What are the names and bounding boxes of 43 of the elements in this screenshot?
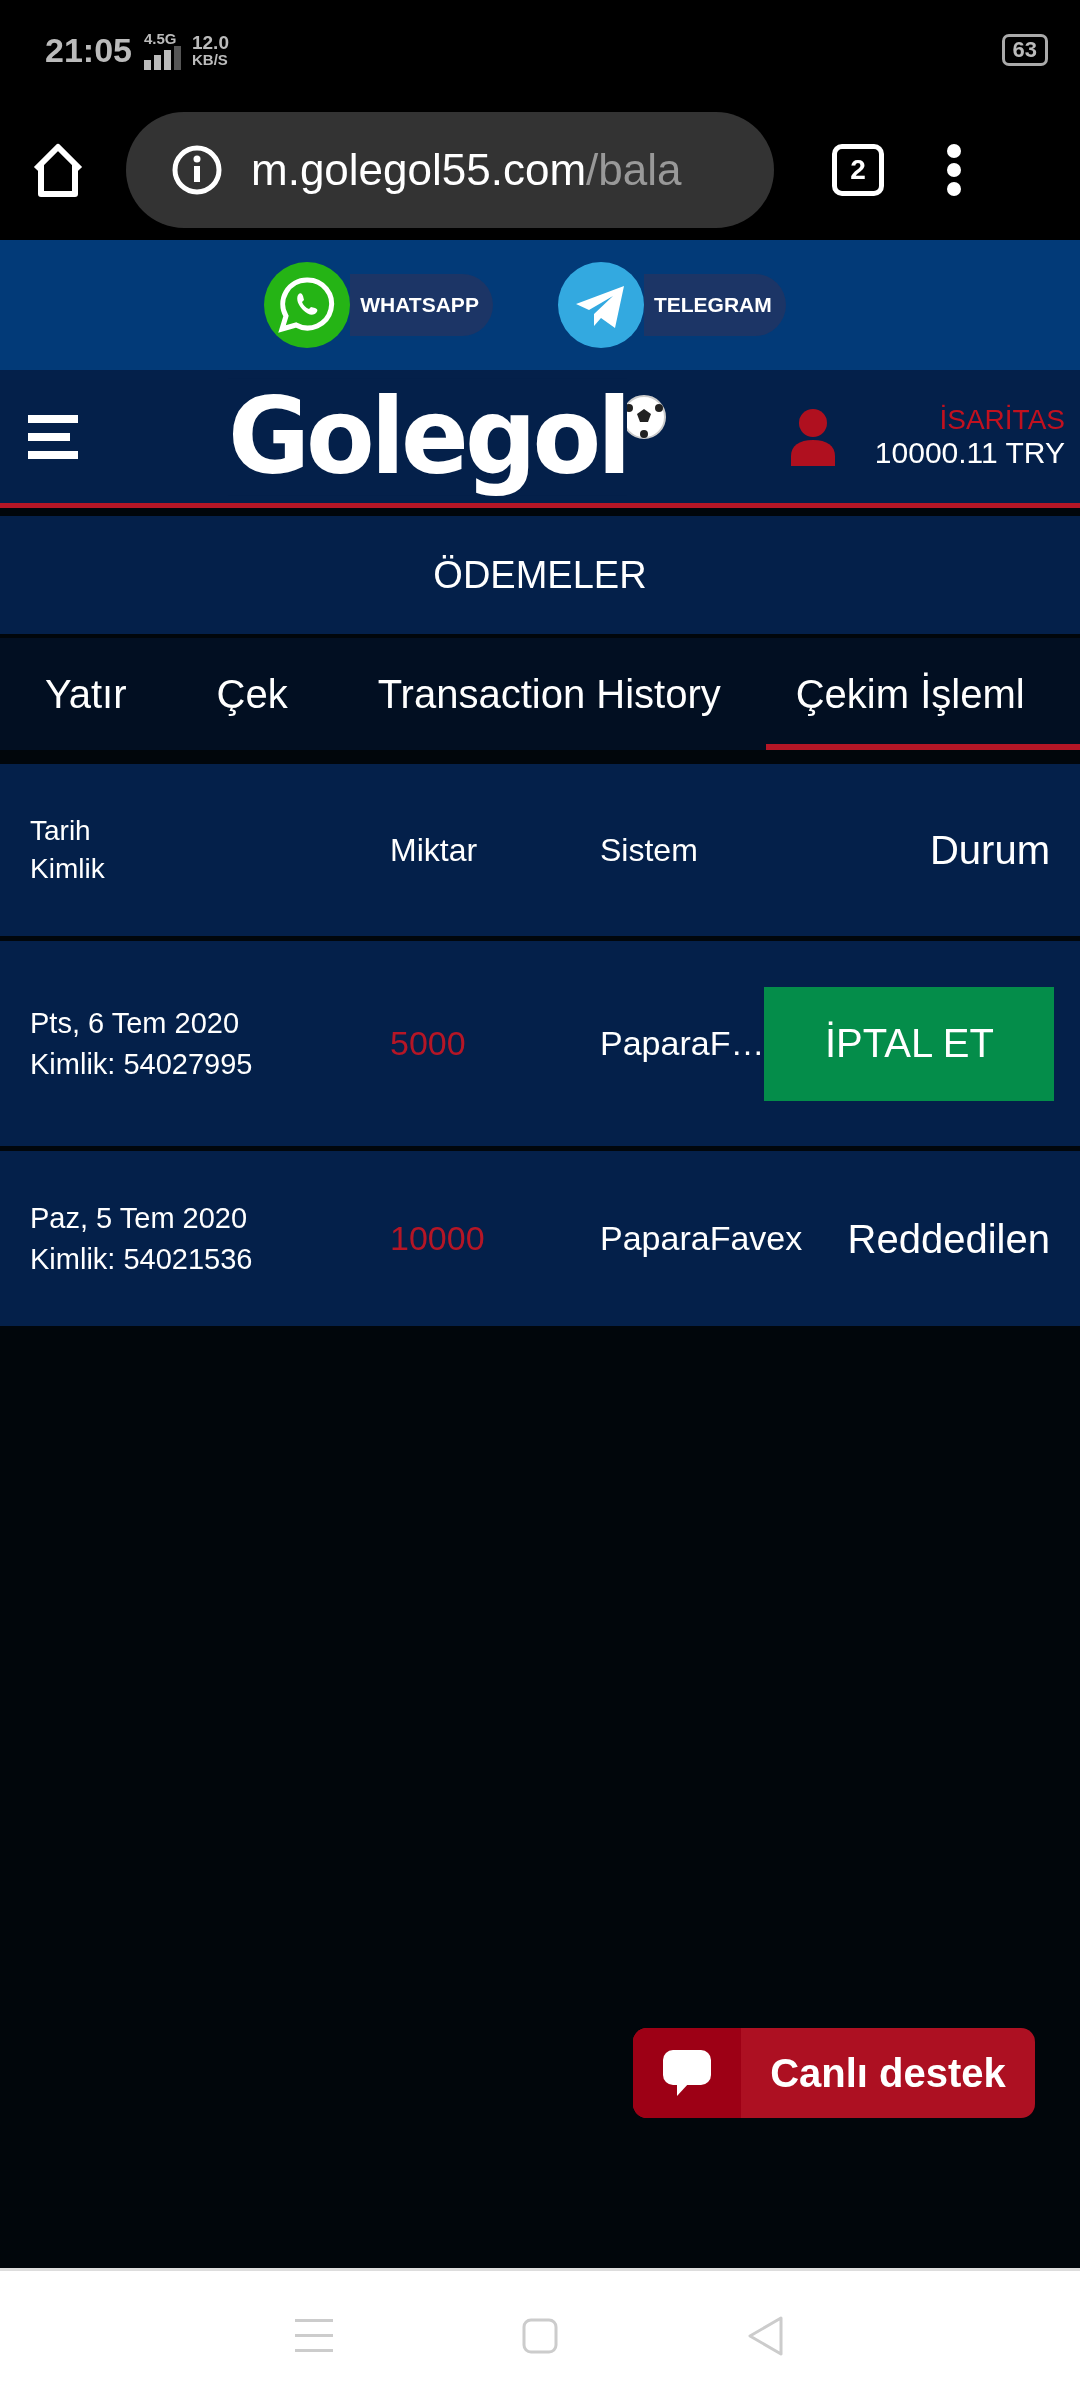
cancel-button[interactable]: İPTAL ET xyxy=(764,986,1055,1101)
home-button-icon[interactable] xyxy=(522,2317,558,2354)
tab[interactable]: Transaction History xyxy=(332,638,766,750)
paper-plane-icon xyxy=(557,262,644,348)
date-cell-text: Pts, 6 Tem 2020 xyxy=(30,1005,241,1041)
username: İSARİTAS xyxy=(939,403,1065,436)
signal-icon xyxy=(143,45,184,70)
social-link[interactable]: WHATSAPP xyxy=(350,274,493,336)
social-link[interactable]: TELEGRAM xyxy=(643,274,786,336)
page-title: ÖDEMELER xyxy=(433,553,647,597)
system-cell-text: PaparaFavex xyxy=(600,1217,804,1259)
status-time: 21:05 xyxy=(45,30,132,70)
column-header: Durum xyxy=(929,827,1050,873)
back-icon[interactable] xyxy=(747,2314,786,2357)
column-header: Miktar xyxy=(390,831,479,869)
tab-count[interactable]: 2 xyxy=(832,144,884,196)
speed-unit: KB/S xyxy=(191,52,229,67)
whatsapp-icon xyxy=(264,262,351,348)
url-text: m.golegol55.com/bala xyxy=(251,145,682,195)
column-header: Sistem xyxy=(600,831,699,869)
amount-cell-text: 10000 xyxy=(390,1217,486,1259)
id-cell-text: Kimlik: 54021536 xyxy=(30,1241,254,1277)
info-icon xyxy=(171,144,223,196)
tab[interactable]: Çekim İşleml xyxy=(765,638,1080,750)
column-header: Kimlik xyxy=(30,853,106,885)
data-speed: 12.0 xyxy=(191,33,229,52)
tab[interactable]: Yatır xyxy=(0,638,172,750)
battery-level: 63 xyxy=(1001,34,1048,66)
balance: 10000.11 TRY xyxy=(874,435,1065,470)
network-type: 4.5G xyxy=(143,30,178,46)
system-cell-text: PaparaF… xyxy=(600,1022,765,1064)
live-support-button[interactable]: Canlı destek xyxy=(633,2028,1035,2118)
address-bar[interactable]: m.golegol55.com/bala xyxy=(126,112,774,228)
chat-bubble-icon xyxy=(663,2050,711,2096)
amount-cell-text: 5000 xyxy=(390,1022,467,1064)
column-header: Tarih xyxy=(30,815,92,847)
date-cell-text: Paz, 5 Tem 2020 xyxy=(30,1200,249,1236)
id-cell-text: Kimlik: 54027995 xyxy=(30,1046,254,1082)
status-cell: Reddedilen xyxy=(847,1216,1050,1261)
user-icon[interactable] xyxy=(788,407,837,466)
menu-icon[interactable] xyxy=(28,414,78,459)
tab[interactable]: Çek xyxy=(171,638,333,750)
more-icon[interactable] xyxy=(946,144,962,196)
